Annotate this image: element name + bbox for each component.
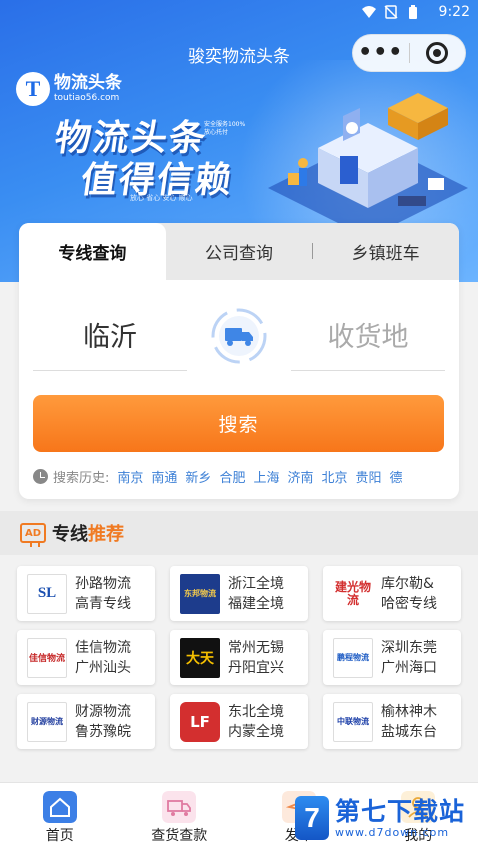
close-miniprogram-button[interactable] (409, 42, 465, 64)
slogan-badge-line-1: 安全服务100% (204, 121, 246, 128)
company-card[interactable]: 东邦物流 浙江全境福建全境 (170, 566, 308, 621)
slogan-badge: 安全服务100% 放心托付 (204, 121, 245, 137)
company-card[interactable]: SL 孙路物流高青专线 (17, 566, 155, 621)
slogan-subline: 放心 省心 安心 顺心 (130, 194, 193, 202)
company-name: 东北全境 (228, 703, 284, 720)
history-item[interactable]: 贵阳 (356, 467, 382, 486)
status-time: 9:22 (438, 4, 470, 20)
no-sim-icon (384, 5, 398, 19)
company-logo: LF (180, 701, 220, 742)
company-route: 高青专线 (75, 595, 131, 612)
company-card[interactable]: 中联物流 榆林神木盐城东台 (323, 694, 461, 749)
nav-track[interactable]: 查货查款 (120, 783, 240, 850)
more-options-button[interactable]: ••• (353, 34, 409, 72)
status-bar: 9:22 (0, 0, 478, 26)
company-route: 哈密专线 (381, 595, 437, 612)
history-item[interactable]: 北京 (321, 467, 347, 486)
nav-home[interactable]: 首页 (0, 783, 120, 850)
swap-truck-icon[interactable] (210, 307, 268, 365)
history-item[interactable]: 南京 (117, 467, 143, 486)
tab-town-bus-label: 乡镇班车 (351, 244, 420, 264)
company-route: 鲁苏豫皖 (75, 723, 131, 740)
recommend-title-normal: 专线 (52, 524, 88, 545)
company-route: 广州汕头 (75, 659, 131, 676)
company-route: 丹阳宜兴 (228, 659, 284, 676)
company-card[interactable]: 鹏程物流 深圳东莞广州海口 (323, 630, 461, 685)
nav-track-label: 查货查款 (151, 828, 208, 844)
history-item[interactable]: 新乡 (185, 467, 211, 486)
truck-icon (162, 791, 197, 823)
brand-logo: T 物流头条 toutiao56.com (16, 72, 122, 106)
search-history: 搜索历史: 南京 南通 新乡 合肥 上海 济南 北京 贵阳 德 (33, 466, 453, 486)
warehouse-illustration (268, 93, 468, 228)
search-button[interactable]: 搜索 (33, 395, 444, 452)
nav-home-label: 首页 (45, 828, 74, 844)
tab-company-query[interactable]: 公司查询 (166, 223, 313, 280)
target-icon (426, 42, 449, 64)
company-logo: 财源物流 (27, 701, 67, 742)
company-route: 盐城东台 (381, 723, 437, 740)
company-logo: 佳信物流 (27, 637, 67, 678)
origin-city-field[interactable]: 临沂 (33, 299, 187, 371)
company-name: 库尔勒& (381, 575, 434, 592)
recommend-title: 专线推荐 (52, 520, 124, 546)
page-title-text: 骏奕物流头条 (188, 47, 290, 67)
watermark-logo: 7 (295, 796, 329, 840)
company-logo: 东邦物流 (180, 573, 220, 614)
recommend-header: AD 专线推荐 (0, 511, 478, 555)
company-card[interactable]: 大天 常州无锡丹阳宜兴 (170, 630, 308, 685)
history-item[interactable]: 德 (390, 467, 403, 486)
company-logo: SL (27, 573, 67, 614)
company-logo: 鹏程物流 (333, 637, 373, 678)
search-tabs: 专线查询 公司查询 乡镇班车 (19, 223, 459, 280)
battery-icon (409, 5, 417, 19)
site-watermark: 7 第七下载站 www.d7down.com (295, 790, 475, 846)
slogan-badge-line-2: 放心托付 (204, 129, 229, 136)
brand-domain: toutiao56.com (54, 93, 120, 103)
destination-city-field[interactable]: 收货地 (291, 299, 445, 371)
brand-t-icon: T (16, 72, 50, 106)
tab-divider (312, 243, 314, 259)
history-item[interactable]: 济南 (287, 467, 313, 486)
history-label: 搜索历史: (53, 470, 110, 486)
company-route: 广州海口 (381, 659, 437, 676)
brand-name: 物流头条 (54, 73, 122, 93)
company-name: 孙路物流 (75, 575, 131, 592)
company-logo: 大天 (180, 637, 220, 678)
company-name: 深圳东莞 (381, 639, 437, 656)
company-name: 浙江全境 (228, 575, 284, 592)
company-name: 佳信物流 (75, 639, 131, 656)
history-item[interactable]: 上海 (253, 467, 279, 486)
clock-icon (33, 468, 48, 484)
ad-icon: AD (20, 523, 46, 547)
company-route: 内蒙全境 (228, 723, 284, 740)
company-name: 常州无锡 (228, 639, 284, 656)
history-item[interactable]: 南通 (151, 467, 177, 486)
wifi-icon (362, 6, 376, 18)
watermark-name: 第七下载站 (335, 796, 466, 826)
search-card: 专线查询 公司查询 乡镇班车 临沂 收货地 搜索 搜索历史: 南京 南通 新乡 … (19, 223, 459, 499)
home-icon (42, 791, 77, 823)
company-logo: 建光物流 (333, 573, 373, 614)
tab-line-query[interactable]: 专线查询 (19, 223, 166, 280)
company-logo: 中联物流 (333, 701, 373, 742)
watermark-url: www.d7down.com (335, 825, 450, 839)
tab-town-bus[interactable]: 乡镇班车 (312, 223, 459, 280)
company-card[interactable]: 建光物流 库尔勒& 哈密专线 (323, 566, 461, 621)
company-card[interactable]: LF 东北全境内蒙全境 (170, 694, 308, 749)
company-route: 福建全境 (228, 595, 284, 612)
recommend-title-highlight: 推荐 (88, 524, 124, 545)
company-card[interactable]: 财源物流 财源物流 鲁苏豫皖 (17, 694, 155, 749)
history-item[interactable]: 合肥 (219, 467, 245, 486)
route-selector: 临沂 收货地 (19, 299, 459, 379)
miniprogram-capsule: ••• (352, 34, 466, 72)
company-name: 财源物流 (75, 703, 131, 720)
company-name: 榆林神木 (381, 703, 437, 720)
company-card[interactable]: 佳信物流 佳信物流 广州汕头 (17, 630, 155, 685)
